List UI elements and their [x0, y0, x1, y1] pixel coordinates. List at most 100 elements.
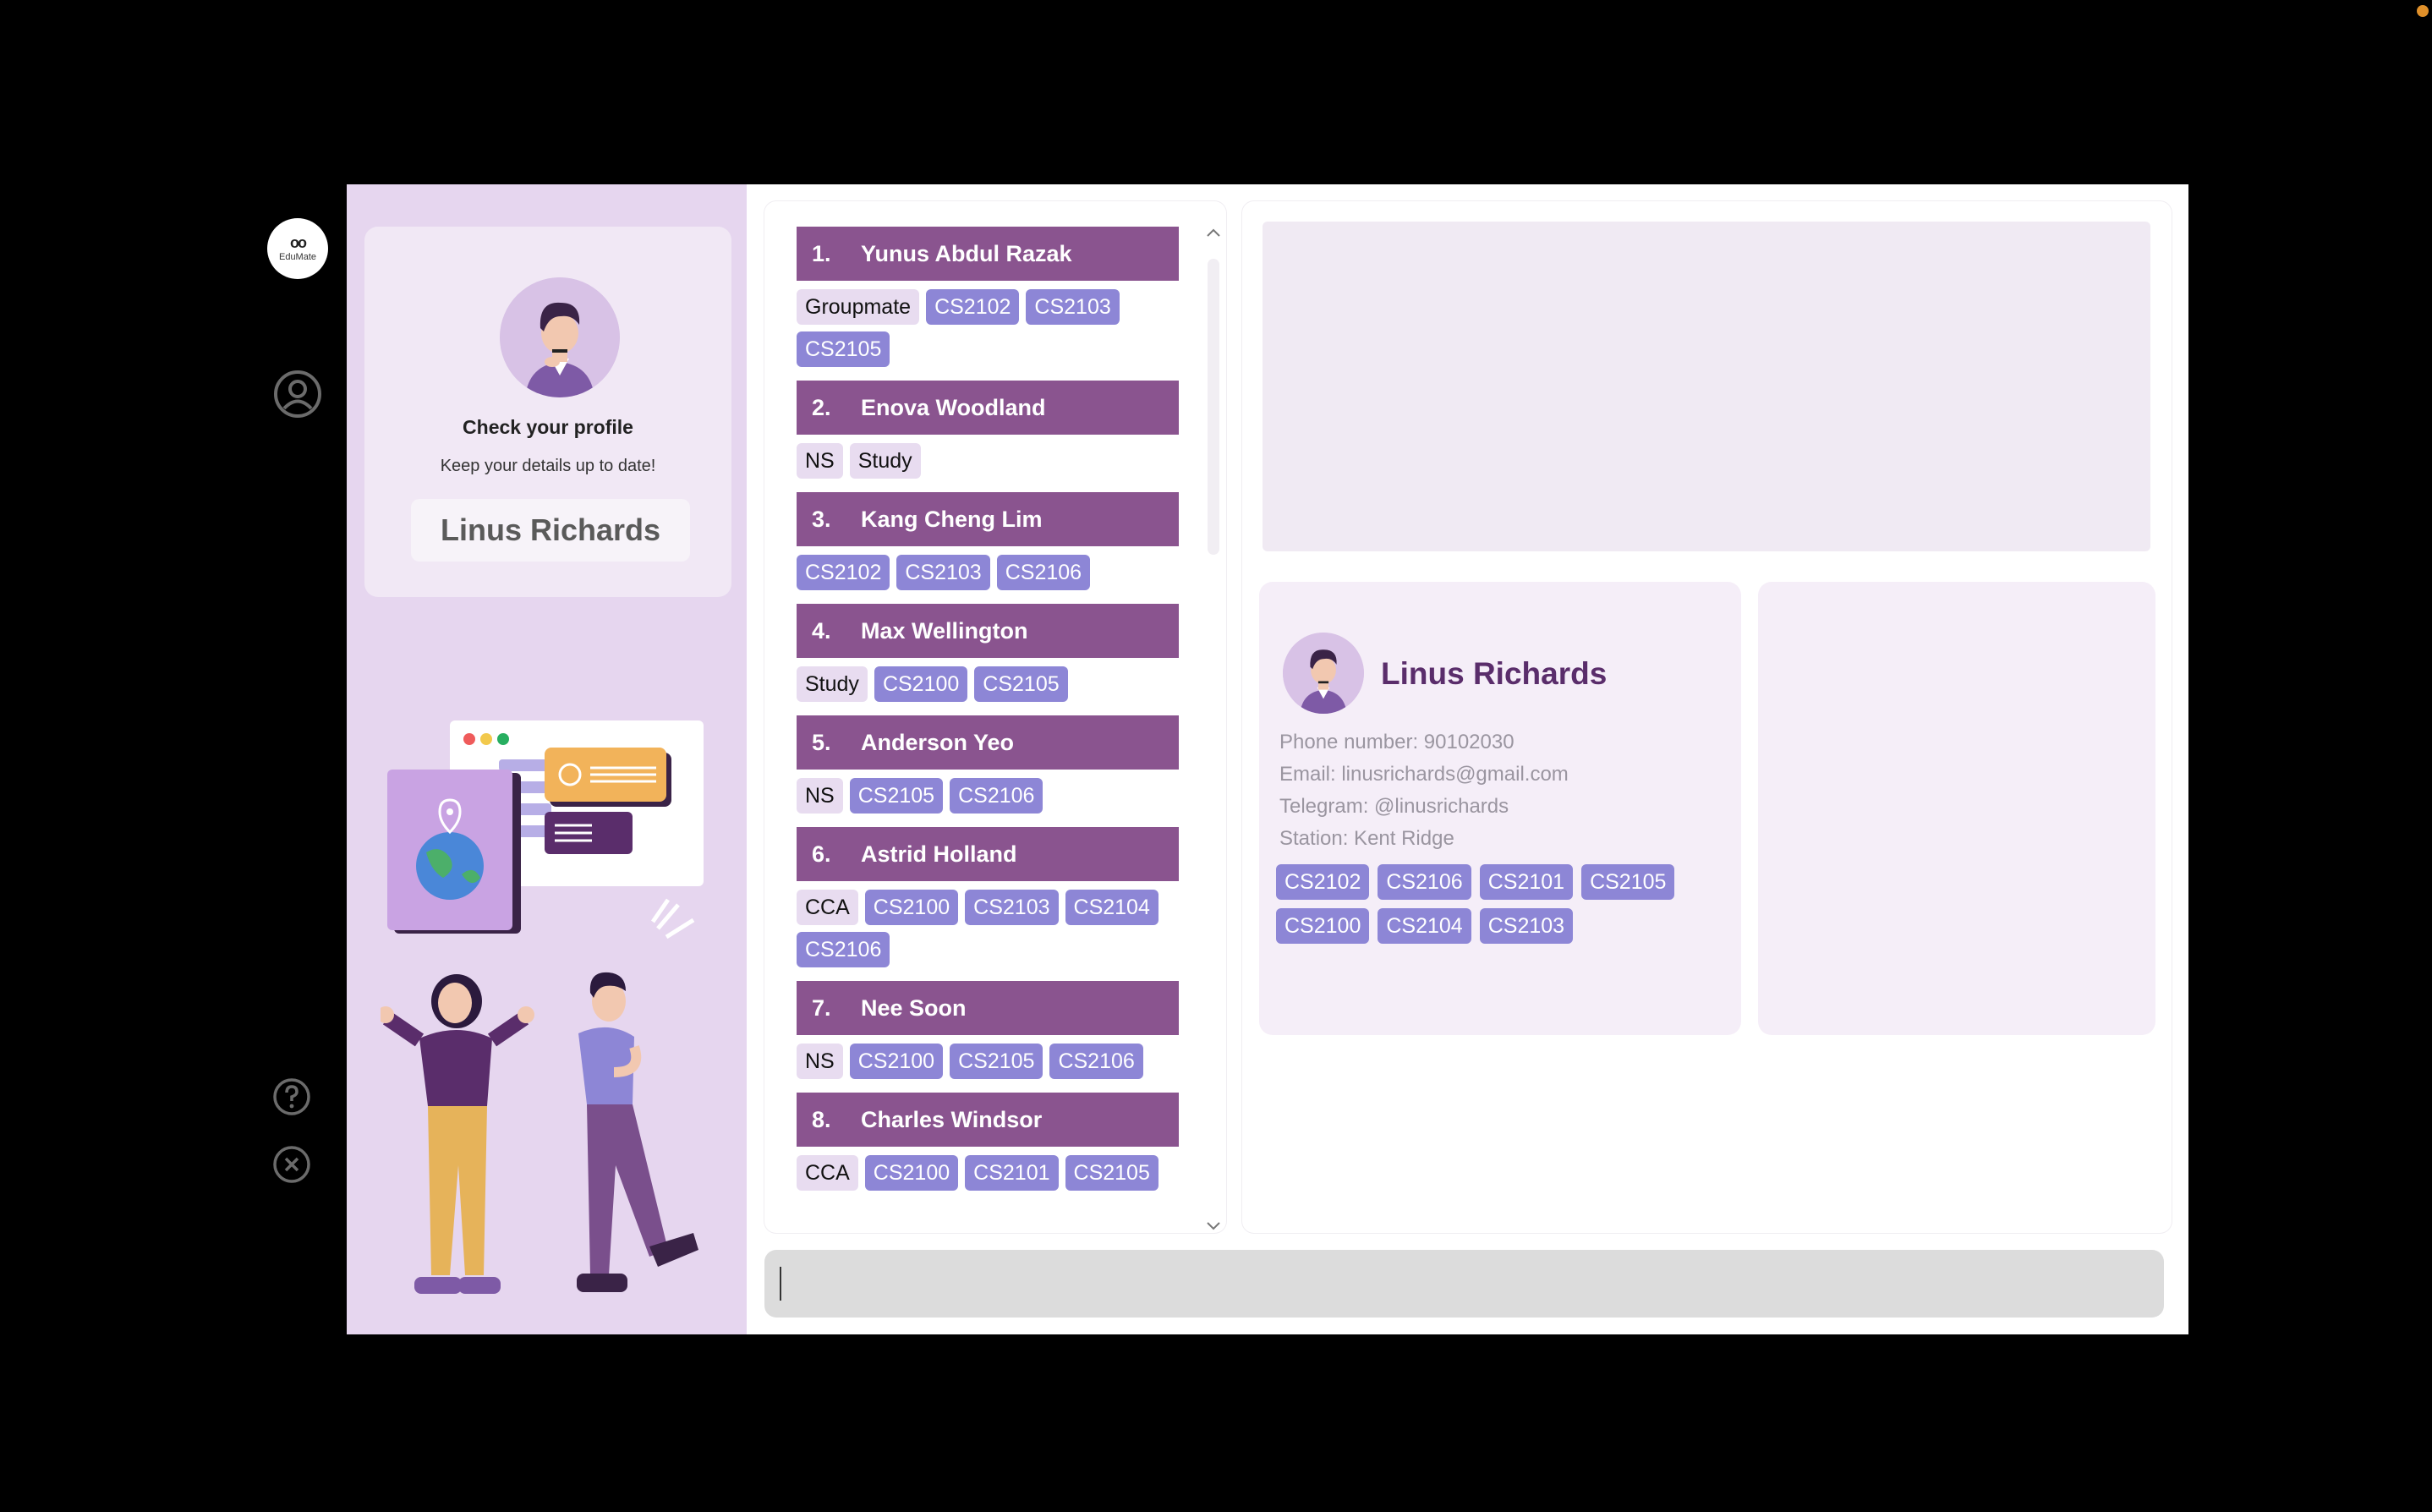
contact-tags: CS2102 CS2103 CS2106	[797, 546, 1179, 590]
contact-tags: Groupmate CS2102 CS2103 CS2105	[797, 281, 1179, 367]
contact-name: Nee Soon	[861, 994, 967, 1021]
contact-name: Kang Cheng Lim	[861, 506, 1043, 532]
contact-index: 7.	[812, 994, 831, 1021]
profile-panel: Check your profile Keep your details up …	[347, 184, 747, 1334]
contact-card[interactable]: 1. Yunus Abdul Razak Groupmate CS2102 CS2103…	[797, 227, 1179, 367]
group-tag: NS	[797, 443, 843, 479]
module-tag: CS2102	[1276, 864, 1370, 900]
app-logo: oo EduMate	[267, 218, 328, 279]
contact-card[interactable]: 7. Nee Soon NS CS2100 CS2105 CS2106	[797, 981, 1179, 1079]
contact-index: 4.	[812, 617, 831, 644]
module-tag: CS2100	[864, 890, 959, 925]
module-tag: CS2106	[996, 555, 1091, 590]
module-tag: CS2106	[1049, 1044, 1143, 1079]
module-tag: CS2100	[874, 666, 968, 702]
avatar	[500, 277, 620, 397]
detail-name: Linus Richards	[1381, 656, 1608, 691]
module-tag: CS2100	[849, 1044, 944, 1079]
contact-header[interactable]: 4. Max Wellington	[797, 604, 1179, 658]
group-tag: CCA	[797, 1155, 858, 1191]
contact-header[interactable]: 6. Astrid Holland	[797, 827, 1179, 881]
module-tag: CS2106	[797, 932, 890, 967]
contact-card[interactable]: 8. Charles Windsor CCA CS2100 CS2101 CS2105	[797, 1093, 1179, 1191]
text-caret	[780, 1267, 781, 1301]
contact-name: Enova Woodland	[861, 394, 1046, 420]
contact-tags: NS Study	[797, 435, 1179, 479]
module-tag: CS2100	[864, 1155, 959, 1191]
contact-header[interactable]: 7. Nee Soon	[797, 981, 1179, 1035]
contact-list-panel: 1. Yunus Abdul Razak Groupmate CS2102 CS2103…	[764, 201, 1226, 1233]
contact-header[interactable]: 1. Yunus Abdul Razak	[797, 227, 1179, 281]
module-tag: CS2105	[1065, 1155, 1158, 1191]
module-tag: CS2103	[965, 890, 1059, 925]
contact-header[interactable]: 2. Enova Woodland	[797, 381, 1179, 435]
contact-tags: NS CS2105 CS2106	[797, 770, 1179, 814]
detail-station: Station: Kent Ridge	[1279, 827, 1454, 850]
detail-telegram: Telegram: @linusrichards	[1279, 795, 1509, 818]
avatar	[1283, 633, 1364, 714]
detail-banner	[1263, 222, 2150, 551]
module-tag: CS2105	[974, 666, 1068, 702]
contact-index: 8.	[812, 1106, 831, 1132]
profile-card: Check your profile Keep your details up …	[364, 227, 731, 597]
command-input[interactable]	[764, 1250, 2164, 1318]
module-tag: CS2106	[950, 778, 1043, 814]
scrollbar-thumb[interactable]	[1208, 259, 1219, 555]
module-tag: CS2105	[849, 778, 944, 814]
window-indicator-dot	[2417, 5, 2429, 17]
detail-module-tags: CS2102 CS2106 CS2101 CS2105 CS2100 CS2104 CS21…	[1276, 864, 1716, 944]
logo-text: EduMate	[278, 252, 317, 262]
question-circle-icon[interactable]	[271, 1076, 313, 1118]
detail-phone: Phone number: 90102030	[1279, 731, 1515, 753]
detail-side-card	[1758, 582, 2155, 1035]
contact-header[interactable]: 5. Anderson Yeo	[797, 715, 1179, 770]
group-tag: Study	[849, 443, 921, 479]
contact-card[interactable]: 3. Kang Cheng Lim CS2102 CS2103 CS2106	[797, 492, 1179, 590]
contact-tags: CCA CS2100 CS2101 CS2105	[797, 1147, 1179, 1191]
team-illustration	[377, 709, 736, 1318]
contact-list: 1. Yunus Abdul Razak Groupmate CS2102 CS2103…	[797, 227, 1179, 1204]
close-circle-icon[interactable]	[271, 1143, 313, 1186]
module-tag: CS2105	[950, 1044, 1043, 1079]
detail-card: Linus Richards Phone number: 90102030 Em…	[1259, 582, 1741, 1035]
contact-name: Astrid Holland	[861, 841, 1017, 867]
module-tag: CS2104	[1378, 908, 1471, 944]
module-tag: CS2102	[926, 289, 1020, 325]
module-tag: CS2106	[1378, 864, 1471, 900]
group-tag: NS	[797, 778, 843, 814]
contact-header[interactable]: 8. Charles Windsor	[797, 1093, 1179, 1147]
contact-tags: NS CS2100 CS2105 CS2106	[797, 1035, 1179, 1079]
module-tag: CS2101	[965, 1155, 1059, 1191]
contact-tags: CCA CS2100 CS2103 CS2104 CS2106	[797, 881, 1179, 967]
contact-tags: Study CS2100 CS2105	[797, 658, 1179, 702]
contact-name: Max Wellington	[861, 617, 1028, 644]
user-circle-icon[interactable]	[271, 367, 325, 421]
contact-index: 2.	[812, 394, 831, 420]
profile-name-button[interactable]: Linus Richards	[411, 499, 690, 562]
contact-name: Charles Windsor	[861, 1106, 1043, 1132]
module-tag: CS2103	[1026, 289, 1120, 325]
module-tag: CS2105	[797, 331, 890, 367]
contact-card[interactable]: 4. Max Wellington Study CS2100 CS2105	[797, 604, 1179, 702]
contact-card[interactable]: 5. Anderson Yeo NS CS2105 CS2106	[797, 715, 1179, 814]
contact-card[interactable]: 2. Enova Woodland NS Study	[797, 381, 1179, 479]
module-tag: CS2103	[1479, 908, 1574, 944]
contact-name: Anderson Yeo	[861, 729, 1015, 755]
chevron-up-icon[interactable]	[1206, 227, 1221, 238]
contact-header[interactable]: 3. Kang Cheng Lim	[797, 492, 1179, 546]
group-tag: Groupmate	[797, 289, 920, 325]
contact-card[interactable]: 6. Astrid Holland CCA CS2100 CS2103 CS2104 CS2…	[797, 827, 1179, 967]
module-tag: CS2102	[797, 555, 890, 590]
contact-index: 3.	[812, 506, 831, 532]
module-tag: CS2103	[896, 555, 990, 590]
contact-name: Yunus Abdul Razak	[861, 240, 1072, 266]
profile-card-subtitle: Keep your details up to date!	[440, 457, 656, 475]
detail-email: Email: linusrichards@gmail.com	[1279, 763, 1569, 786]
app-window: Check your profile Keep your details up …	[347, 184, 2188, 1334]
module-tag: CS2101	[1479, 864, 1574, 900]
chevron-down-icon[interactable]	[1206, 1220, 1221, 1232]
module-tag: CS2105	[1581, 864, 1675, 900]
group-tag: Study	[797, 666, 868, 702]
contact-list-scrollbar[interactable]	[1204, 228, 1221, 1233]
group-tag: NS	[797, 1044, 843, 1079]
